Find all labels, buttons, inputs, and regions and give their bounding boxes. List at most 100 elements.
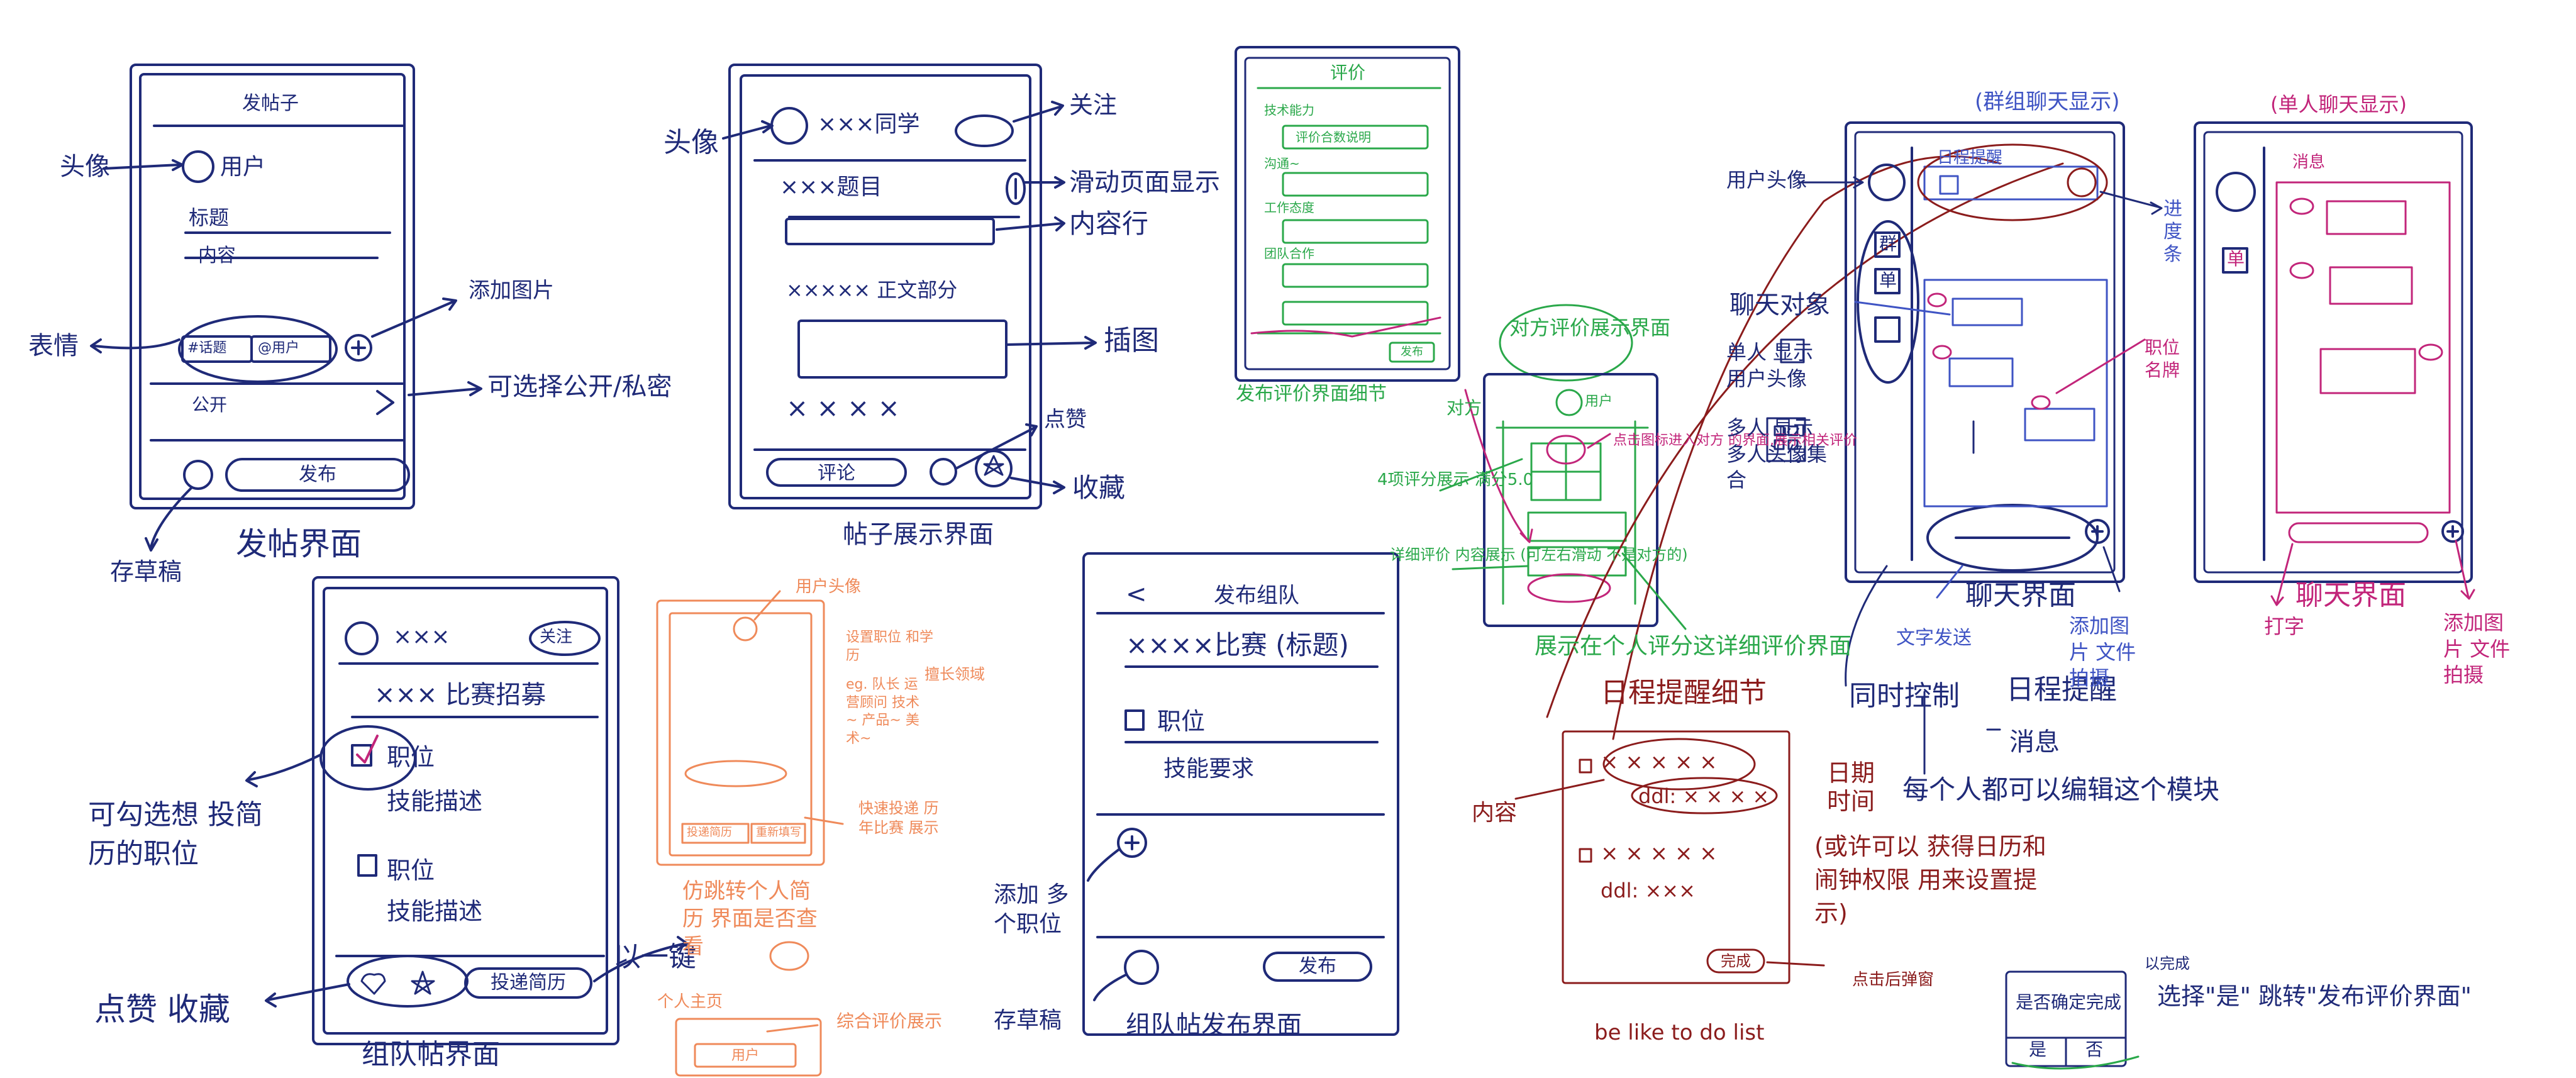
note-detail: 详细评价 内容展示 (可左右滑动 不是对方的) [1390,546,1688,564]
schedule-title: 日程提醒细节 [1601,677,1767,709]
post-content-field[interactable]: 内容 [198,247,236,265]
schedule-ddl-2: ddl: ××× [1601,879,1696,903]
note-single-add: 添加图片 文件 拍摄 [2443,611,2511,687]
note-skill-area: 擅长领域 [924,665,985,683]
publish-post-button[interactable]: 发布 [226,465,409,484]
note-text-send: 文字发送 [1896,627,1972,649]
tab-single[interactable]: 单 [1879,272,1897,289]
popup-yes-button[interactable]: 是 [2009,1041,2066,1059]
follow-note: 关注 [1069,91,1118,119]
schedule-item-2: × × × × × [1601,841,1718,866]
image-note: 插图 [1104,325,1159,357]
note-popup-after-click: 点击后弹窗 [1852,970,1935,989]
post-user-label: 用户 [220,154,266,180]
note-todo-list: be like to do list [1594,1020,1765,1045]
note-overall-eval: 综合评价展示 [836,1011,943,1031]
note-multi: 多人 显示多人头像集合 [1726,416,1828,492]
tab-group[interactable]: 群 [1879,235,1897,253]
post-screen-caption: 发帖界面 [236,526,362,562]
comment-button[interactable]: 评论 [767,464,906,483]
eval-publish-caption: 发布评价界面细节 [1236,383,1387,405]
eval-row-5: 团队合作 [1264,246,1314,261]
user-tag-button[interactable]: @用户 [258,342,299,355]
note-add-positions: 添加 多个职位 [994,882,1069,937]
note-maybe-permissions: (或许可以 获得日历和闹钟权限 用来设置提示) [1814,833,2046,928]
back-chevron-icon[interactable]: < [1126,582,1147,607]
popup-question: 是否确定完成 [2016,992,2122,1013]
note-eg: eg. 队长 运营顾问 技术~ 产品~ 美术~ [846,677,919,747]
submit-resume-button[interactable]: 投递简历 [465,974,591,992]
team-publish-caption: 组队帖发布界面 [1126,1011,1302,1040]
note-group-add-image: 添加图片 文件 拍摄 [2069,614,2136,691]
collect-note: 收藏 [1072,472,1126,503]
eval-display-caption: 展示在个人评分这详细评价界面 [1535,633,1852,659]
note-avatar: 头像 [60,152,110,181]
note-dui: 对方 [1446,397,1482,418]
post-topic: ×××题目 [780,174,882,200]
note-profile: 个人主页 [657,992,723,1011]
note-draft: 存草稿 [110,558,182,586]
group-chat-caption: 聊天界面 [1965,579,2076,611]
eval-display-wireframe [1439,304,1687,630]
note-single: 单人 显示用户头像 [1726,340,1814,391]
resume-reset-button[interactable]: 重新填写 [756,827,801,838]
scroll-note: 滑动页面显示 [1069,168,1220,197]
note-quick-submit: 快速投递 历年比赛 展示 [858,799,939,837]
note-settings: 设置职位 和学历 [846,630,933,664]
single-chat-header: 消息 [2292,153,2326,172]
post-body: ××××× 正文部分 [786,278,958,302]
eval-row-1: 技术能力 [1264,103,1314,118]
eval-display-title: 对方评价展示界面 [1509,316,1671,340]
team-publish-title: 发布组队 [1214,583,1299,608]
schedule-ddl-1: ddl: × × × × [1638,784,1770,808]
eval-row-3: 沟通~ [1264,156,1300,171]
note-sync-control: 同时控制 [1849,680,1960,712]
note-date: 日期 [1827,759,1875,787]
visibility-selector[interactable]: 公开 [192,396,227,414]
recruit-follow-button[interactable]: 关注 [540,629,572,645]
popup-no-button[interactable]: 否 [2066,1041,2123,1059]
post-title: 发帖子 [242,92,299,114]
note-typing: 打字 [2264,614,2305,638]
note-everyone-edit: 每个人都可以编辑这个模块 [1902,774,2220,805]
avatar-note: 头像 [663,126,719,158]
note-jump-resume: 仿跳转个人简历 界面是否查看 [682,879,818,960]
topic-tag-button[interactable]: #话题 [187,342,226,355]
note-team-draft: 存草稿 [994,1008,1062,1033]
note-complete: 以完成 [2145,955,2190,972]
note-like-collect: 点赞 收藏 [94,991,230,1028]
post-title-field[interactable]: 标题 [189,208,229,228]
note-score: 4项评分展示 满分5.0 [1377,470,1534,489]
note-expression: 表情 [28,331,79,360]
note-role-tag: 职位 名牌 [2145,337,2180,381]
team-position: 职位 [1157,708,1206,735]
team-recruit-caption: 组队帖界面 [362,1038,500,1070]
like-note: 点赞 [1044,407,1087,432]
single-chat-title: (单人聊天显示) [2270,92,2407,116]
recruiter-name: ××× [393,624,450,650]
schedule-item-1: × × × × × [1601,750,1718,775]
note-visibility: 可选择公开/私密 [487,372,672,401]
resume-user-button[interactable]: 用户 [695,1049,796,1063]
poster-name: ×××同学 [818,111,920,137]
note-group-avatar: 用户头像 [1726,168,1807,192]
note-content: 内容 [1472,800,1518,826]
content-line-note: 内容行 [1069,208,1149,239]
single-chat-wireframe [2194,121,2475,606]
position-1: 职位 [387,743,435,771]
note-user-avatar: 用户头像 [796,577,862,596]
group-chat-title: (群组聊天显示) [1975,89,2120,114]
eval-publish-button[interactable]: 发布 [1390,347,1434,358]
note-messages: 消息 [2009,728,2060,757]
position-2: 职位 [387,857,435,884]
resume-submit-button[interactable]: 投递简历 [687,827,732,838]
note-check-positions: 可勾选想 投简历的职位 [88,799,263,870]
schedule-done-button[interactable]: 完成 [1707,953,1764,969]
team-publish-button[interactable]: 发布 [1264,957,1371,976]
note-choose-yes: 选择"是" 跳转"发布评价界面" [2157,982,2472,1010]
single-tab[interactable]: 单 [2227,250,2245,268]
eval-row-2: 评价合数说明 [1296,130,1371,145]
skill-desc-2: 技能描述 [387,897,483,925]
team-competition: ××××比赛 (标题) [1126,630,1349,660]
post-footer-text: × × × × [786,392,900,423]
